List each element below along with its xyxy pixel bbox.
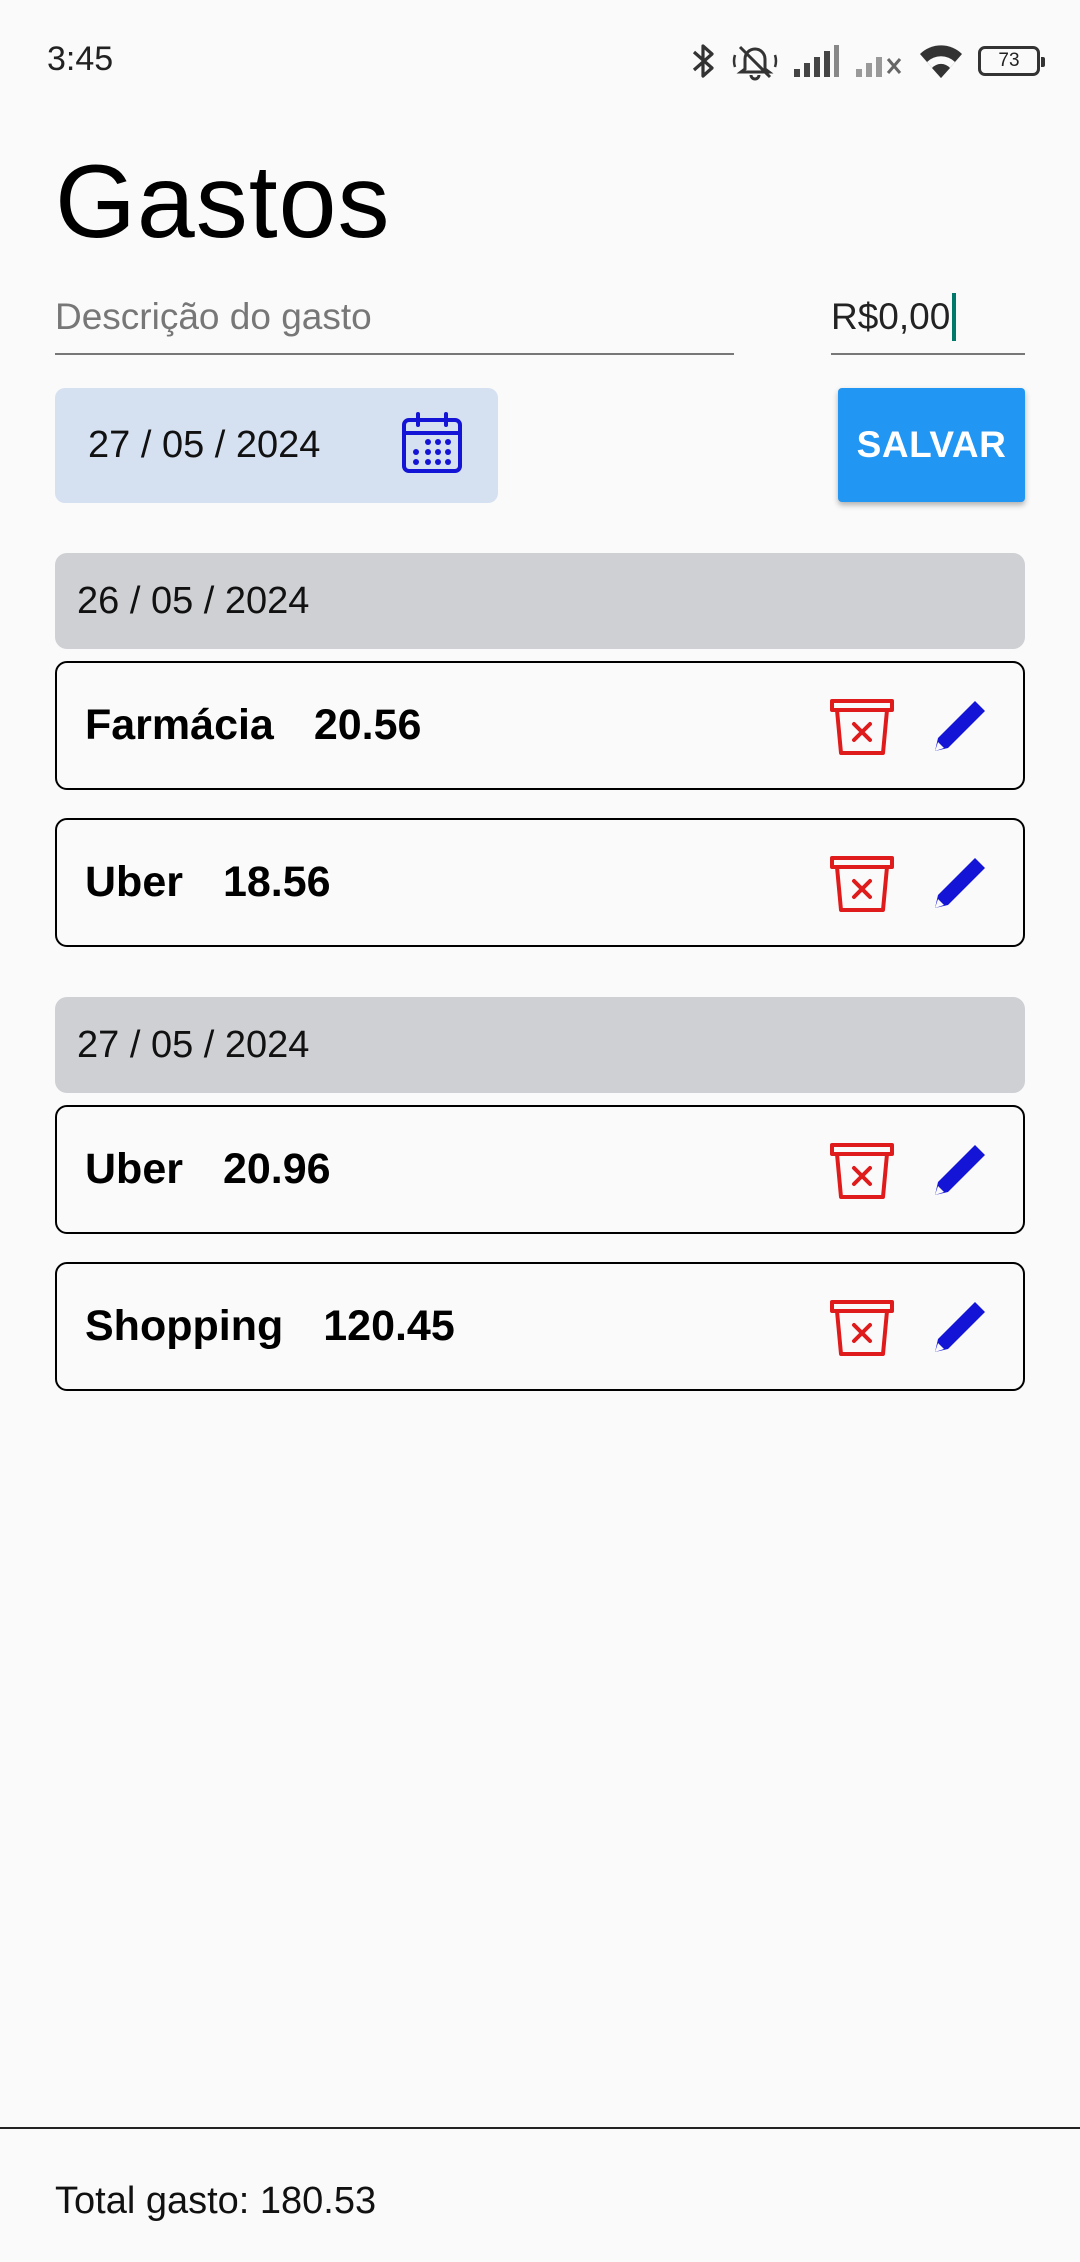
- edit-icon[interactable]: [927, 1137, 993, 1203]
- expense-amount: 18.56: [222, 858, 331, 906]
- amount-input[interactable]: R$0,00: [831, 285, 957, 349]
- edit-icon[interactable]: [927, 850, 993, 916]
- expense-description: Farmácia: [85, 701, 274, 749]
- date-group-header: 26 / 05 / 2024: [55, 553, 1025, 649]
- text-cursor: [952, 293, 957, 341]
- bell-off-icon: [732, 41, 778, 81]
- amount-field[interactable]: R$0,00: [831, 285, 1025, 355]
- expense-amount: 20.56: [313, 701, 422, 749]
- status-icons: 73: [690, 36, 1045, 86]
- status-bar: 3:45 73: [0, 0, 1080, 120]
- expense-amount: 20.96: [222, 1145, 331, 1193]
- save-button[interactable]: SALVAR: [838, 388, 1025, 502]
- expense-actions: [829, 1264, 993, 1389]
- total-spent: Total gasto: 180.53: [55, 2180, 377, 2222]
- expense-description: Uber: [85, 1145, 183, 1193]
- expense-item: Uber 18.56: [55, 818, 1025, 947]
- expense-item: Farmácia 20.56: [55, 661, 1025, 790]
- delete-icon[interactable]: [829, 850, 895, 916]
- edit-icon[interactable]: [927, 693, 993, 759]
- expense-actions: [829, 1107, 993, 1232]
- expense-item: Uber 20.96: [55, 1105, 1025, 1234]
- expense-description: Shopping: [85, 1302, 284, 1350]
- footer-divider: [0, 2127, 1080, 2129]
- expense-item: Shopping 120.45: [55, 1262, 1025, 1391]
- status-time: 3:45: [47, 40, 114, 78]
- calendar-icon: [400, 411, 464, 480]
- expense-actions: [829, 820, 993, 945]
- date-picker-value: 27 / 05 / 2024: [88, 424, 321, 466]
- expense-actions: [829, 663, 993, 788]
- expense-description: Uber: [85, 858, 183, 906]
- amount-value: R$0,00: [831, 296, 951, 337]
- signal-icon: [792, 43, 840, 79]
- battery-level: 73: [998, 50, 1020, 71]
- bluetooth-icon: [690, 41, 718, 81]
- description-input[interactable]: [55, 285, 734, 349]
- page-title: Gastos: [55, 144, 391, 260]
- description-field[interactable]: [55, 285, 734, 355]
- edit-icon[interactable]: [927, 1294, 993, 1360]
- battery-icon: 73: [978, 46, 1045, 76]
- date-group-header: 27 / 05 / 2024: [55, 997, 1025, 1093]
- wifi-icon: [918, 42, 964, 80]
- expense-amount: 120.45: [323, 1302, 455, 1350]
- date-picker[interactable]: 27 / 05 / 2024: [55, 388, 498, 503]
- delete-icon[interactable]: [829, 1294, 895, 1360]
- delete-icon[interactable]: [829, 1137, 895, 1203]
- signal-off-icon: [854, 43, 904, 79]
- delete-icon[interactable]: [829, 693, 895, 759]
